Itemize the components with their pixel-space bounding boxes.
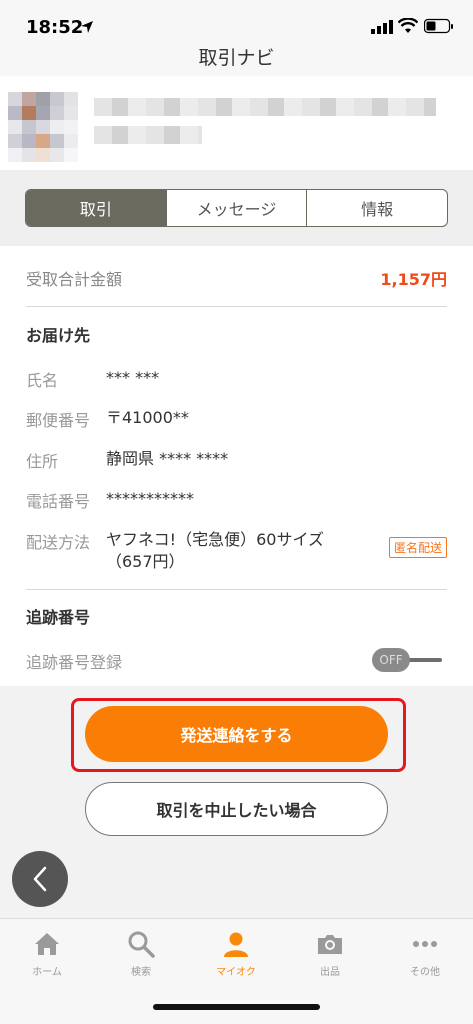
tabbar-more[interactable]: その他 bbox=[378, 929, 472, 978]
total-amount-row: 受取合計金額 1,157円 bbox=[26, 266, 447, 290]
tab-info[interactable]: 情報 bbox=[306, 190, 447, 226]
zip-label: 郵便番号 bbox=[26, 411, 91, 430]
tabbar-myauc[interactable]: マイオク bbox=[189, 929, 283, 978]
phone-label: 電話番号 bbox=[26, 492, 91, 511]
divider bbox=[26, 589, 447, 590]
status-time: 18:52 bbox=[26, 17, 84, 38]
phone-row: 電話番号 *********** bbox=[26, 488, 447, 512]
name-label: 氏名 bbox=[26, 371, 59, 390]
tabbar-home[interactable]: ホーム bbox=[0, 929, 94, 978]
tabs-area: 取引 メッセージ 情報 bbox=[0, 170, 473, 246]
phone-value: *********** bbox=[106, 489, 194, 508]
shipping-method-line1: ヤフネコ!（宅急便）60サイズ bbox=[106, 530, 324, 549]
zip-value: 〒41000** bbox=[106, 408, 189, 427]
tracking-section-title: 追跡番号 bbox=[26, 608, 91, 627]
delivery-section-title: お届け先 bbox=[26, 326, 91, 345]
toggle-knob: OFF bbox=[372, 648, 410, 672]
battery-icon bbox=[424, 18, 453, 34]
camera-icon bbox=[318, 935, 342, 954]
shipping-method-label: 配送方法 bbox=[26, 533, 91, 552]
name-value: *** *** bbox=[106, 368, 160, 387]
home-icon bbox=[35, 933, 59, 955]
back-button[interactable] bbox=[12, 851, 68, 907]
item-header[interactable] bbox=[0, 76, 473, 170]
total-amount-value: 1,157円 bbox=[380, 270, 447, 289]
person-icon bbox=[224, 932, 248, 957]
tabbar-home-label: ホーム bbox=[32, 967, 62, 978]
item-thumbnail bbox=[8, 92, 78, 162]
tab-transaction[interactable]: 取引 bbox=[26, 190, 166, 226]
address-value: 静岡県 **** **** bbox=[106, 449, 229, 468]
tracking-register-label: 追跡番号登録 bbox=[26, 653, 123, 672]
send-shipping-notice-button[interactable]: 発送連絡をする bbox=[85, 706, 388, 762]
cellular-signal-icon bbox=[371, 20, 393, 34]
zip-row: 郵便番号 〒41000** bbox=[26, 407, 447, 431]
tabbar-more-label: その他 bbox=[410, 967, 440, 978]
more-icon bbox=[413, 941, 437, 947]
tabbar-sell-label: 出品 bbox=[320, 967, 340, 978]
segmented-tabs: 取引 メッセージ 情報 bbox=[25, 189, 448, 227]
item-title-redacted bbox=[94, 98, 436, 154]
shipping-method-line2: （657円） bbox=[106, 552, 185, 571]
tab-message[interactable]: メッセージ bbox=[165, 190, 307, 226]
shipping-method-value: ヤフネコ!（宅急便）60サイズ （657円） bbox=[106, 529, 324, 573]
transaction-details: 受取合計金額 1,157円 お届け先 氏名 *** *** 郵便番号 〒4100… bbox=[0, 246, 473, 686]
tabbar-search[interactable]: 検索 bbox=[94, 929, 188, 978]
tabbar-myauc-label: マイオク bbox=[216, 967, 256, 978]
navigation-bar: 取引ナビ bbox=[0, 38, 473, 76]
page-title: 取引ナビ bbox=[198, 47, 275, 69]
divider bbox=[26, 306, 447, 307]
cancel-transaction-button[interactable]: 取引を中止したい場合 bbox=[85, 782, 388, 836]
tabbar-sell[interactable]: 出品 bbox=[283, 929, 377, 978]
chevron-left-icon bbox=[33, 866, 47, 892]
shipping-method-row: 配送方法 ヤフネコ!（宅急便）60サイズ （657円） 匿名配送 bbox=[26, 529, 447, 577]
tracking-toggle[interactable]: OFF bbox=[372, 648, 442, 672]
location-arrow-icon bbox=[81, 21, 93, 33]
address-row: 住所 静岡県 **** **** bbox=[26, 448, 447, 472]
wifi-icon bbox=[398, 18, 418, 33]
search-icon bbox=[128, 931, 155, 958]
name-row: 氏名 *** *** bbox=[26, 367, 447, 391]
total-amount-label: 受取合計金額 bbox=[26, 270, 123, 289]
home-indicator bbox=[153, 1004, 320, 1010]
tabbar-search-label: 検索 bbox=[131, 967, 151, 978]
anonymous-shipping-badge: 匿名配送 bbox=[388, 537, 447, 558]
address-label: 住所 bbox=[26, 452, 59, 471]
